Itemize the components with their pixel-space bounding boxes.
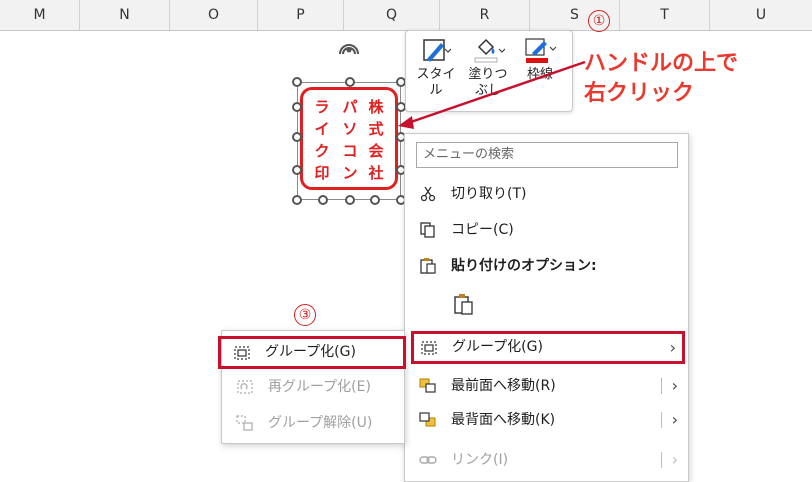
column-header-m[interactable]: M: [0, 0, 80, 30]
regroup-icon: [237, 380, 253, 394]
callout-text-line1: ハンドルの上で: [584, 51, 739, 76]
submenu-item-regroup: 再グループ化(E): [222, 371, 404, 403]
group-icon: [234, 346, 250, 360]
column-header-r[interactable]: R: [440, 0, 530, 30]
menu-item-copy[interactable]: コピー(C): [405, 214, 688, 246]
context-menu: メニューの検索 切り取り(T) コピー(C) 貼り付けのオプション: グループ化…: [404, 133, 689, 482]
step-3-marker: ③: [294, 304, 316, 326]
menu-item-cut[interactable]: 切り取り(T): [405, 178, 688, 210]
resize-handle-bl[interactable]: [292, 195, 302, 205]
resize-handle-b2[interactable]: [370, 195, 380, 205]
scissors-icon: [420, 186, 436, 202]
bring-front-icon: [419, 378, 436, 393]
company-seal-stamp[interactable]: ラ イ ク 印 パ ソ コ ン 株 式 会 社: [300, 87, 398, 190]
callout-arrow-icon: [398, 60, 586, 129]
paste-icon: [420, 258, 436, 274]
menu-item-paste-options: 貼り付けのオプション:: [405, 250, 688, 282]
resize-handle-l1[interactable]: [292, 102, 302, 112]
stamp-column-3: 株 式 会 社: [368, 98, 384, 182]
resize-handle-l3[interactable]: [292, 165, 302, 175]
submenu-item-ungroup: グループ解除(U): [222, 407, 404, 439]
paste-option-icon[interactable]: [453, 294, 475, 316]
resize-handle-b1[interactable]: [318, 195, 328, 205]
column-header-o[interactable]: O: [170, 0, 258, 30]
copy-icon: [420, 222, 435, 238]
resize-handle-b[interactable]: [345, 195, 355, 205]
chevron-right-icon: ›: [671, 376, 678, 395]
column-header-bar: M N O P Q R S T U: [0, 0, 812, 31]
rotate-handle-icon[interactable]: [336, 36, 362, 56]
chevron-right-icon: ›: [669, 338, 676, 357]
menu-item-link: リンク(I) ›: [405, 444, 688, 476]
menu-item-send-to-back[interactable]: 最背面へ移動(K) ›: [405, 404, 688, 436]
chevron-right-icon: ›: [671, 450, 678, 469]
stamp-column-2: パ ソ コ ン: [342, 98, 358, 182]
column-header-t[interactable]: T: [620, 0, 710, 30]
group-icon: [421, 341, 437, 355]
resize-handle-tl[interactable]: [292, 77, 302, 87]
submenu-item-group[interactable]: グループ化(G): [218, 336, 406, 369]
column-header-u[interactable]: U: [710, 0, 812, 30]
step-1-marker: ①: [588, 10, 610, 32]
menu-item-bring-to-front[interactable]: 最前面へ移動(R) ›: [405, 370, 688, 402]
menu-search-input[interactable]: メニューの検索: [416, 142, 678, 168]
column-header-p[interactable]: P: [258, 0, 344, 30]
link-icon: [419, 456, 437, 464]
menu-item-group[interactable]: グループ化(G) ›: [411, 331, 685, 364]
chevron-right-icon: ›: [671, 410, 678, 429]
group-submenu: グループ化(G) 再グループ化(E) グループ解除(U): [218, 330, 406, 444]
column-header-n[interactable]: N: [80, 0, 170, 30]
column-header-q[interactable]: Q: [344, 0, 440, 30]
ungroup-icon: [236, 415, 253, 431]
stamp-column-1: ラ イ ク 印: [314, 98, 330, 182]
send-back-icon: [419, 412, 436, 427]
callout-text-line2: 右クリック: [584, 81, 695, 106]
resize-handle-l2[interactable]: [292, 132, 302, 142]
resize-handle-t[interactable]: [345, 77, 355, 87]
